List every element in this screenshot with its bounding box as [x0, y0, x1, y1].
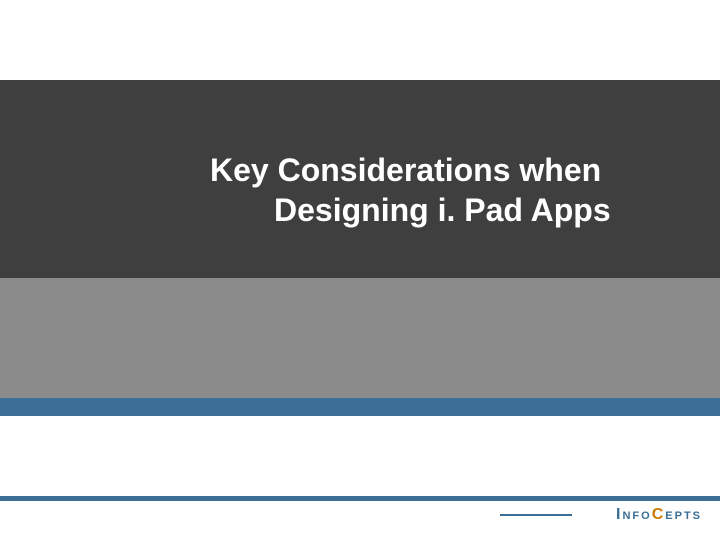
footer-short-rule	[500, 514, 572, 516]
brand-logo-accent: C	[652, 506, 666, 524]
slide-title-line1: Key Considerations when	[210, 150, 690, 190]
slide-title: Key Considerations when Designing i. Pad…	[210, 150, 690, 230]
background-grey-band	[0, 278, 720, 398]
footer-rule	[0, 496, 720, 501]
slide-title-line2: Designing i. Pad Apps	[210, 190, 690, 230]
slide-container: Key Considerations when Designing i. Pad…	[0, 0, 720, 540]
brand-logo: InfoCepts	[616, 506, 702, 524]
brand-logo-part3: epts	[665, 506, 702, 524]
brand-logo-part1: Info	[616, 506, 652, 524]
background-blue-band	[0, 398, 720, 416]
